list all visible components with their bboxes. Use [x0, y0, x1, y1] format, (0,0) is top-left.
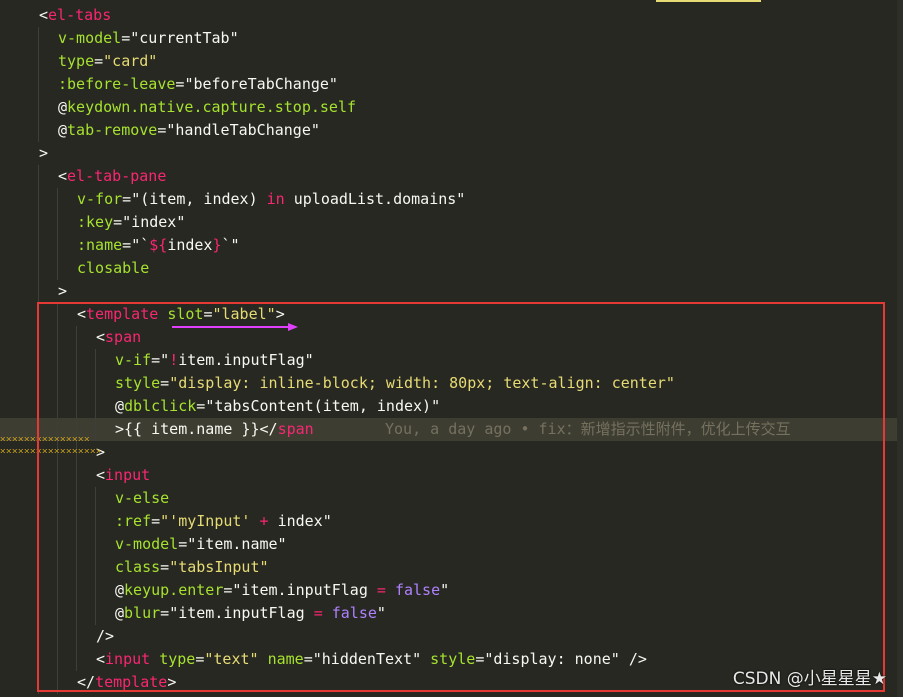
code-line-content: v-for="(item, index) in uploadList.domai…	[77, 188, 465, 211]
code-token: "currentTab"	[130, 29, 239, 47]
code-token: <	[39, 6, 49, 24]
code-token: "`	[131, 236, 150, 254]
code-line-content: :name="`${index}`"	[77, 234, 240, 257]
code-line-content: @tab-remove="handleTabChange"	[58, 119, 320, 142]
code-token: el-tab-pane	[67, 167, 167, 185]
code-line[interactable]: :name="`${index}`"	[0, 234, 903, 257]
code-line-content: <el-tab-pane	[58, 165, 166, 188]
code-line[interactable]: >	[0, 280, 903, 303]
indent-guide	[57, 257, 58, 280]
code-token: "card"	[103, 52, 158, 70]
indent-guide	[38, 188, 39, 211]
code-token: closable	[77, 259, 150, 277]
code-line-content: <el-tabs	[39, 4, 111, 27]
indent-guide	[38, 119, 39, 142]
vertical-scrollbar[interactable]	[897, 0, 903, 697]
code-line[interactable]: <el-tabs	[0, 4, 903, 27]
code-line[interactable]: closable	[0, 257, 903, 280]
code-token: :name	[77, 236, 123, 254]
indent-guide	[38, 234, 39, 257]
code-token: uploadList.domains"	[284, 190, 466, 208]
code-token: "(item, index)	[131, 190, 267, 208]
code-line-content: >	[58, 280, 67, 303]
indent-guide	[57, 234, 58, 257]
indent-guide	[38, 73, 39, 96]
code-line-content: :key="index"	[77, 211, 185, 234]
code-token: <	[58, 167, 68, 185]
arrow-annotation-icon	[172, 323, 298, 331]
code-line-content: @keydown.native.capture.stop.self	[58, 96, 356, 119]
code-token: .native.capture.stop.self	[130, 98, 357, 116]
code-token: :key	[77, 213, 114, 231]
code-token: =	[121, 29, 131, 47]
code-token: in	[266, 190, 285, 208]
code-line[interactable]: type="card"	[0, 50, 903, 73]
code-token: el-tabs	[48, 6, 112, 24]
code-line[interactable]: <el-tab-pane	[0, 165, 903, 188]
code-token: :before-leave	[58, 75, 176, 93]
code-line[interactable]: >	[0, 142, 903, 165]
code-line[interactable]: :before-leave="beforeTabChange"	[0, 73, 903, 96]
code-line[interactable]: @tab-remove="handleTabChange"	[0, 119, 903, 142]
code-token: @	[58, 98, 68, 116]
code-token: }	[212, 236, 222, 254]
indent-guide	[38, 50, 39, 73]
code-token: v-for	[77, 190, 123, 208]
code-line[interactable]: v-for="(item, index) in uploadList.domai…	[0, 188, 903, 211]
code-line[interactable]: v-model="currentTab"	[0, 27, 903, 50]
code-line-content: closable	[77, 257, 149, 280]
code-token: =	[94, 52, 104, 70]
code-token: v-model	[58, 29, 122, 47]
code-line-content: >	[39, 142, 48, 165]
code-token: >	[39, 144, 49, 162]
code-token: =	[113, 213, 123, 231]
indent-guide	[38, 280, 39, 303]
code-line[interactable]: @keydown.native.capture.stop.self	[0, 96, 903, 119]
code-line-content: :before-leave="beforeTabChange"	[58, 73, 338, 96]
code-token: keydown	[67, 98, 131, 116]
code-line-content: v-model="currentTab"	[58, 27, 239, 50]
code-token: index	[167, 236, 213, 254]
code-token: =	[122, 236, 132, 254]
code-line-content: type="card"	[58, 50, 157, 73]
code-token: "handleTabChange"	[166, 121, 320, 139]
indent-guide	[57, 188, 58, 211]
indent-guide	[38, 211, 39, 234]
code-token: "beforeTabChange"	[184, 75, 338, 93]
watermark: CSDN @小星星星★	[732, 669, 887, 689]
indent-guide	[38, 257, 39, 280]
code-token: type	[58, 52, 95, 70]
indent-guide	[38, 165, 39, 188]
code-token: ${	[149, 236, 168, 254]
selection-marker	[656, 0, 761, 2]
code-token: @	[58, 121, 68, 139]
indent-guide	[57, 211, 58, 234]
code-token: `"	[221, 236, 240, 254]
code-token: "index"	[122, 213, 186, 231]
indent-guide	[38, 27, 39, 50]
code-token: tab-remove	[67, 121, 158, 139]
indent-guide	[38, 96, 39, 119]
highlight-annotation-box	[37, 302, 885, 692]
code-token: >	[58, 282, 68, 300]
code-token: =	[122, 190, 132, 208]
code-line[interactable]: :key="index"	[0, 211, 903, 234]
